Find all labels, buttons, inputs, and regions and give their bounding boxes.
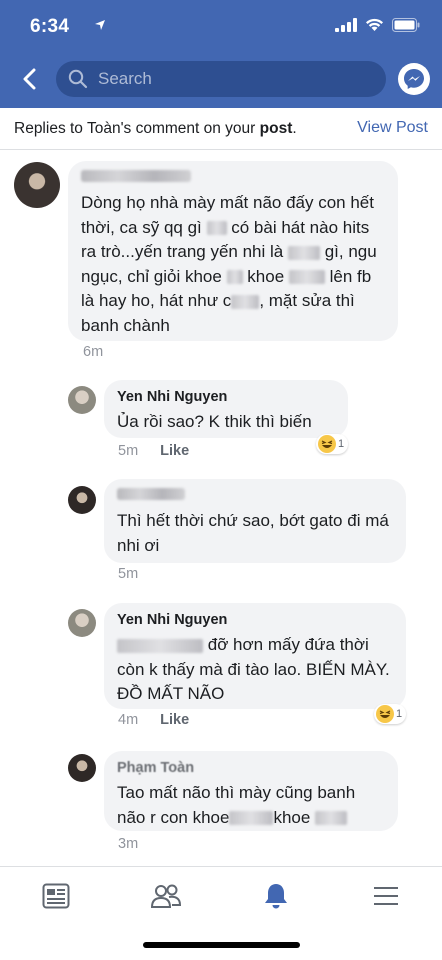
reply-meta: 3m xyxy=(118,836,138,852)
nav-row xyxy=(0,52,442,108)
reply-text: Tao mất não thì mày cũng banh não r con … xyxy=(117,781,385,830)
location-arrow-icon xyxy=(95,20,105,30)
reply-time: 4m xyxy=(118,712,139,728)
replies-heading-prefix: Replies to Toàn's comment on your xyxy=(14,120,260,137)
like-button[interactable]: Like xyxy=(160,443,189,459)
reaction-badge[interactable]: 1 xyxy=(316,434,349,454)
reply-meta: 4m Like xyxy=(118,712,189,728)
avatar[interactable] xyxy=(68,486,96,514)
avatar[interactable] xyxy=(68,754,96,782)
reaction-count: 1 xyxy=(396,708,403,720)
reply-author[interactable]: Yen Nhi Nguyen xyxy=(117,612,393,630)
reply-meta: 5m xyxy=(118,566,138,582)
home-indicator[interactable] xyxy=(143,942,300,948)
reply-bubble: Yen Nhi Nguyen đỡ hơn mấy đứa thời còn k… xyxy=(104,603,406,709)
notifications-icon xyxy=(265,884,287,909)
status-time: 6:34 xyxy=(30,16,70,37)
tab-news-feed[interactable] xyxy=(36,879,76,913)
status-bar: 6:34 xyxy=(0,0,442,52)
reply-text: đỡ hơn mấy đứa thời còn k thấy mà đi tào… xyxy=(117,633,393,707)
reaction-badge[interactable]: 1 xyxy=(374,704,407,724)
menu-icon xyxy=(374,887,398,905)
reply-time: 5m xyxy=(118,443,139,459)
reply-bubble: Phạm Toàn Tao mất não thì mày cũng banh … xyxy=(104,751,398,831)
comment-text: Dòng họ nhà mày mất não đấy con hết thời… xyxy=(81,191,385,338)
like-button[interactable]: Like xyxy=(160,712,189,728)
signal-icon xyxy=(335,18,357,32)
post-word: post xyxy=(259,120,293,137)
search-icon xyxy=(68,69,88,89)
messenger-button[interactable] xyxy=(398,63,430,95)
reply-author-blurred xyxy=(117,488,393,506)
reply-author[interactable]: Phạm Toàn xyxy=(117,760,385,778)
chevron-left-icon xyxy=(23,68,36,90)
replies-heading-suffix: . xyxy=(292,120,297,137)
messenger-icon xyxy=(404,69,424,89)
reply-text-part: khoe xyxy=(273,807,311,827)
comment-bubble: Dòng họ nhà mày mất não đấy con hết thời… xyxy=(68,161,398,341)
friends-icon xyxy=(150,884,182,908)
reply-time: 5m xyxy=(118,566,139,582)
reply-bubble: Yen Nhi Nguyen Ủa rồi sao? K thik thì bi… xyxy=(104,380,348,438)
reply-text: Ủa rồi sao? K thik thì biến xyxy=(117,412,312,431)
tab-notifications[interactable] xyxy=(256,879,296,913)
comment-time: 6m xyxy=(83,344,104,360)
news-feed-icon xyxy=(42,883,70,909)
top-header: 6:34 xyxy=(0,0,442,108)
replies-subheader: Replies to Toàn's comment on your post. … xyxy=(0,108,442,150)
reply-time: 3m xyxy=(118,836,139,852)
search-input[interactable] xyxy=(98,69,358,89)
tab-friends[interactable] xyxy=(146,879,186,913)
search-bar[interactable] xyxy=(56,61,386,97)
reply-text: Thì hết thời chứ sao, bớt gato đi má nhi… xyxy=(117,511,389,555)
avatar[interactable] xyxy=(14,162,60,208)
comment-meta: 6m xyxy=(83,344,103,360)
view-post-link[interactable]: View Post xyxy=(357,119,428,137)
avatar[interactable] xyxy=(68,386,96,414)
wifi-icon xyxy=(366,18,383,31)
comment-author-blurred xyxy=(81,170,385,188)
reply-bubble: Thì hết thời chứ sao, bớt gato đi má nhi… xyxy=(104,479,406,563)
tab-menu[interactable] xyxy=(366,879,406,913)
reply-meta: 5m Like xyxy=(118,443,189,459)
back-button[interactable] xyxy=(14,64,44,94)
reply-author[interactable]: Yen Nhi Nguyen xyxy=(117,389,335,407)
avatar[interactable] xyxy=(68,609,96,637)
battery-icon xyxy=(392,18,420,32)
comment-text-part: khoe xyxy=(247,266,285,286)
status-icons xyxy=(335,18,420,32)
haha-reaction-icon xyxy=(318,435,336,453)
replies-heading: Replies to Toàn's comment on your post. xyxy=(14,120,297,138)
reaction-count: 1 xyxy=(338,438,345,450)
haha-reaction-icon xyxy=(376,705,394,723)
